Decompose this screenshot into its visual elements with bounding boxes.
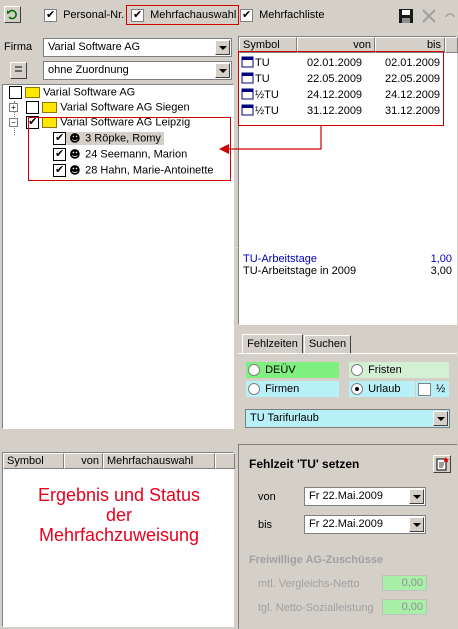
absence-type-select[interactable]: TU Tarifurlaub	[245, 409, 450, 428]
col-mehrfachauswahl[interactable]: Mehrfachauswahl	[103, 453, 215, 469]
half-day-label: ½	[436, 383, 446, 395]
caption-line: Ergebnis und Status	[37, 485, 201, 505]
vergleichs-value: 0,00	[401, 577, 423, 589]
tab-suchen-label: Suchen	[308, 338, 347, 350]
firma-value: Varial Software AG	[48, 41, 141, 53]
sozial-value: 0,00	[401, 601, 423, 613]
tu-arbeitstage-label: TU-Arbeitstage	[243, 253, 317, 265]
option-deuev[interactable]: DEÜV	[246, 362, 339, 378]
bis-date-value: Fr 22.Mai.2009	[309, 518, 383, 530]
personal-nr-check[interactable]	[44, 8, 57, 22]
half-day-checkbox[interactable]: ½	[416, 381, 449, 397]
chevron-down-icon[interactable]	[215, 63, 230, 78]
fristen-radio[interactable]	[351, 364, 363, 377]
tree-root[interactable]: Varial Software AG	[9, 86, 135, 99]
selection-highlight	[28, 117, 231, 181]
refresh-button[interactable]	[4, 6, 21, 23]
chevron-down-icon[interactable]	[433, 411, 448, 426]
refresh-icon	[7, 9, 17, 20]
option-fristen[interactable]: Fristen	[349, 362, 449, 378]
von-date-picker[interactable]: Fr 22.Mai.2009	[304, 487, 426, 506]
von-label: von	[258, 491, 276, 503]
tree-item-siegen[interactable]: + Varial Software AG Siegen	[9, 101, 190, 114]
tu-arbeitstage-value: 1,00	[430, 253, 452, 265]
absence-type-value: TU Tarifurlaub	[250, 412, 319, 424]
firma-label: Firma	[4, 41, 33, 53]
mehrfachliste-label: Mehrfachliste	[259, 9, 325, 22]
caption-line: Mehrfachzuweisung	[38, 525, 200, 545]
save-icon	[399, 9, 413, 23]
tab-fehlzeiten-label: Fehlzeiten	[247, 338, 298, 350]
personal-nr-label: Personal-Nr.	[63, 9, 125, 22]
urlaub-radio[interactable]	[351, 383, 363, 396]
firma-select[interactable]: Varial Software AG	[43, 38, 232, 57]
tu-arbeitstage-2009-value: 3,00	[430, 265, 452, 277]
list-highlight	[238, 51, 444, 126]
personal-nr-checkbox[interactable]: Personal-Nr.	[44, 8, 125, 22]
tu-arbeitstage-2009-label: TU-Arbeitstage in 2009	[243, 265, 357, 277]
mehrfachauswahl-check[interactable]	[131, 8, 144, 22]
deuev-label: DEÜV	[265, 364, 296, 376]
mehrfachauswahl-checkbox[interactable]: Mehrfachauswahl	[131, 8, 237, 22]
folder-icon	[25, 87, 41, 98]
tree-root-checkbox[interactable]	[9, 86, 22, 99]
folder-icon	[42, 102, 58, 113]
tree-root-label: Varial Software AG	[43, 86, 136, 99]
chevron-down-icon[interactable]	[409, 517, 424, 532]
fehlzeit-form: Fehlzeit 'TU' setzen von Fr 22.Mai.2009 …	[238, 444, 457, 629]
sozial-label: tgl. Netto-Sozialleistung	[258, 602, 374, 614]
tree-siegen-checkbox[interactable]	[26, 101, 40, 114]
zuordnung-value: ohne Zuordnung	[48, 64, 129, 76]
collapse-minus-icon[interactable]: −	[9, 118, 18, 127]
new-document-icon	[436, 457, 449, 471]
mehrfachliste-checkbox[interactable]: Mehrfachliste	[240, 8, 325, 22]
form-title: Fehlzeit 'TU' setzen	[249, 457, 360, 471]
option-firmen[interactable]: Firmen	[246, 381, 339, 397]
deuev-radio[interactable]	[248, 364, 260, 377]
mehrfachauswahl-label: Mehrfachauswahl	[150, 9, 237, 22]
firmen-label: Firmen	[265, 383, 300, 395]
von-date-value: Fr 22.Mai.2009	[309, 490, 383, 502]
half-day-check[interactable]	[418, 382, 431, 396]
expand-plus-icon[interactable]: +	[9, 103, 18, 112]
option-urlaub[interactable]: Urlaub	[349, 381, 415, 397]
firmen-radio[interactable]	[248, 383, 260, 396]
close-icon	[422, 9, 436, 23]
chevron-down-icon[interactable]	[409, 489, 424, 504]
mehrfachliste-check[interactable]	[240, 8, 253, 22]
new-document-button[interactable]	[433, 455, 451, 473]
sozial-input[interactable]: 0,00	[382, 599, 427, 615]
col-filler	[215, 453, 235, 469]
save-button[interactable]	[398, 8, 414, 24]
result-list[interactable]: Symbol von Mehrfachauswahl Ergebnis und …	[2, 452, 235, 627]
connector-arrow	[219, 126, 322, 154]
fristen-label: Fristen	[368, 364, 402, 376]
zuschuesse-title: Freiwillige AG-Zuschüsse	[249, 554, 384, 566]
zuordnung-select[interactable]: ohne Zuordnung	[43, 61, 232, 80]
tree-siegen-label: Varial Software AG Siegen	[60, 101, 190, 114]
bis-label: bis	[258, 519, 273, 531]
undo-icon	[445, 13, 455, 18]
undo-button[interactable]	[442, 8, 458, 24]
tab-fehlzeiten[interactable]: Fehlzeiten	[242, 334, 303, 354]
sort-spinner[interactable]	[10, 62, 27, 79]
delete-button[interactable]	[421, 8, 437, 24]
spinner-icon	[15, 66, 22, 72]
result-caption: Ergebnis und Status der Mehrfachzuweisun…	[3, 485, 235, 545]
chevron-down-icon[interactable]	[215, 40, 230, 55]
urlaub-label: Urlaub	[368, 383, 401, 395]
caption-line: der	[105, 505, 132, 525]
vergleichs-input[interactable]: 0,00	[382, 575, 427, 591]
col-symbol[interactable]: Symbol	[3, 453, 64, 469]
bis-date-picker[interactable]: Fr 22.Mai.2009	[304, 515, 426, 534]
summary-panel: TU-Arbeitstage 1,00 TU-Arbeitstage in 20…	[238, 248, 457, 325]
col-filler	[445, 37, 458, 53]
vergleichs-label: mtl. Vergleichs-Netto	[258, 578, 360, 590]
tab-suchen[interactable]: Suchen	[304, 335, 351, 353]
col-von[interactable]: von	[64, 453, 103, 469]
